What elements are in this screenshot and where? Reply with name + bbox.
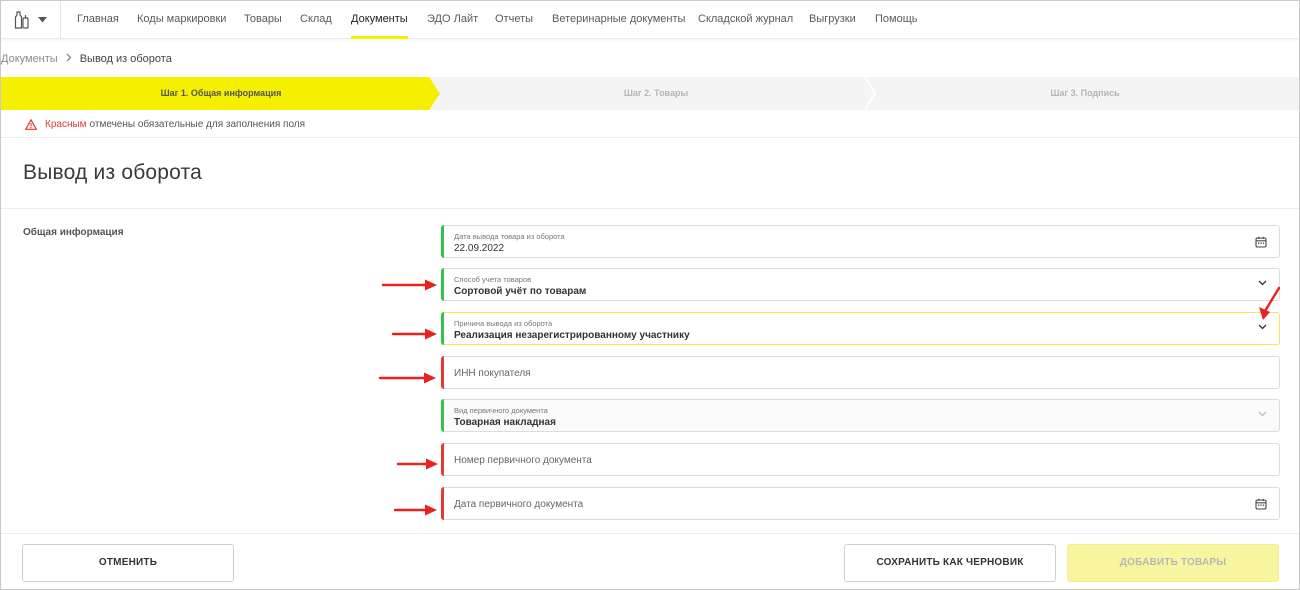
primary-doc-number-input[interactable]: Номер первичного документа [441, 443, 1280, 476]
chevron-down-icon[interactable] [1258, 324, 1267, 330]
field-value: 22.09.2022 [454, 243, 505, 254]
nav-item-home[interactable]: Главная [77, 1, 119, 39]
valid-indicator [441, 312, 444, 345]
top-navigation: Главная Коды маркировки Товары Склад Док… [1, 1, 1299, 39]
accounting-method-select[interactable]: Способ учета товаров Сортовой учёт по то… [441, 268, 1280, 301]
primary-doc-type-select[interactable]: Вид первичного документа Товарная наклад… [441, 399, 1280, 432]
step-label: Шаг 3. Подпись [1050, 88, 1120, 98]
withdrawal-reason-select[interactable]: Причина вывода из оборота Реализация нез… [441, 312, 1280, 345]
step-label: Шаг 2. Товары [623, 88, 689, 98]
nav-item-warehouse-journal[interactable]: Складской журнал [698, 1, 793, 39]
annotation-arrow-icon [378, 372, 436, 384]
field-label: Вид первичного документа [454, 406, 548, 415]
nav-item-goods[interactable]: Товары [244, 1, 282, 39]
caret-down-icon [38, 17, 47, 23]
nav-item-vet-documents[interactable]: Ветеринарные документы [552, 1, 685, 39]
nav-item-edo-lite[interactable]: ЭДО Лайт [427, 1, 478, 39]
valid-indicator [441, 399, 444, 432]
nav-item-warehouse[interactable]: Склад [300, 1, 332, 39]
field-value: Реализация незарегистрированному участни… [454, 330, 690, 341]
field-value: Сортовой учёт по товарам [454, 286, 587, 297]
app-frame: Главная Коды маркировки Товары Склад Док… [0, 0, 1300, 590]
notice-highlight: Красным [45, 118, 87, 130]
field-label: Причина вывода из оборота [454, 319, 553, 328]
field-label: Дата вывода товара из оборота [454, 232, 565, 241]
step-goods[interactable]: Шаг 2. Товары [441, 77, 871, 110]
buyer-inn-input[interactable]: ИНН покупателя [441, 356, 1280, 389]
nav-item-exports[interactable]: Выгрузки [809, 1, 856, 39]
chevron-right-icon [66, 53, 72, 65]
required-indicator [441, 487, 444, 520]
save-draft-button[interactable]: СОХРАНИТЬ КАК ЧЕРНОВИК [844, 544, 1056, 582]
nav-item-documents[interactable]: Документы [351, 1, 408, 39]
section-label: Общая информация [23, 227, 124, 238]
calendar-icon[interactable] [1255, 498, 1267, 510]
breadcrumb: Документы Вывод из оборота [1, 51, 172, 67]
annotation-arrow-icon [391, 328, 437, 340]
nav-item-marking-codes[interactable]: Коды маркировки [137, 1, 226, 39]
field-placeholder: Номер первичного документа [454, 455, 592, 466]
required-indicator [441, 443, 444, 476]
product-switcher-button[interactable] [1, 1, 61, 39]
wizard-steps: Шаг 1. Общая информация Шаг 2. Товары Ша… [1, 77, 1299, 110]
annotation-arrow-icon [393, 504, 437, 516]
breadcrumb-link-documents[interactable]: Документы [1, 53, 58, 65]
required-fields-notice: Красным отмечены обязательные для заполн… [1, 111, 1299, 138]
primary-doc-date-field[interactable]: Дата первичного документа [441, 487, 1280, 520]
add-goods-button[interactable]: ДОБАВИТЬ ТОВАРЫ [1067, 544, 1279, 582]
annotation-arrow-icon [396, 458, 438, 470]
field-placeholder: Дата первичного документа [454, 499, 584, 510]
step-signature[interactable]: Шаг 3. Подпись [871, 77, 1299, 110]
step-general-info[interactable]: Шаг 1. Общая информация [1, 77, 441, 110]
step-label: Шаг 1. Общая информация [160, 88, 282, 98]
bottles-icon [14, 11, 30, 29]
field-placeholder: ИНН покупателя [454, 368, 531, 379]
cancel-button[interactable]: ОТМЕНИТЬ [22, 544, 234, 582]
annotation-arrow-icon [1259, 286, 1281, 320]
withdrawal-date-field[interactable]: Дата вывода товара из оборота 22.09.2022 [441, 225, 1280, 258]
valid-indicator [441, 268, 444, 301]
notice-text: отмечены обязательные для заполнения пол… [89, 118, 306, 130]
form-footer: ОТМЕНИТЬ СОХРАНИТЬ КАК ЧЕРНОВИК ДОБАВИТЬ… [1, 533, 1299, 589]
breadcrumb-current: Вывод из оборота [79, 53, 172, 65]
nav-item-help[interactable]: Помощь [875, 1, 918, 39]
calendar-icon[interactable] [1255, 236, 1267, 248]
page-title: Вывод из оборота [23, 161, 203, 184]
field-value: Товарная накладная [454, 417, 556, 428]
required-indicator [441, 356, 444, 389]
annotation-arrow-icon [381, 279, 437, 291]
field-label: Способ учета товаров [454, 275, 532, 284]
nav-item-reports[interactable]: Отчеты [495, 1, 533, 39]
warning-icon [25, 118, 37, 130]
valid-indicator [441, 225, 444, 258]
divider [1, 208, 1299, 209]
chevron-down-icon[interactable] [1258, 411, 1267, 417]
